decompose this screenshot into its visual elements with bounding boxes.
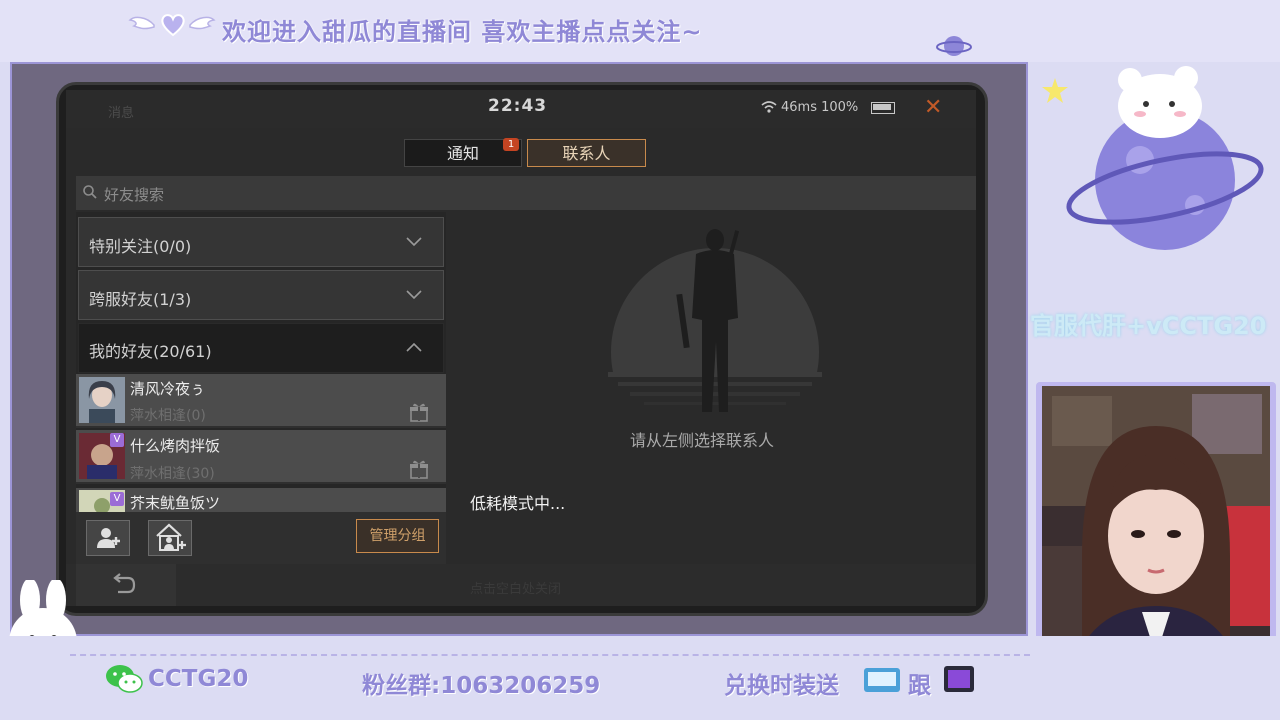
chevron-up-icon [406,342,422,352]
heart-icon [161,14,185,37]
star-icon [1042,78,1068,103]
wing-left-icon [128,16,155,30]
wechat-id: CCTG20 [148,666,249,692]
low-power-notice: 低耗模式中... [470,494,566,513]
gift-icon[interactable] [408,401,430,423]
planet-icon [936,36,972,56]
vip-badge: V [110,433,124,447]
fan-group-text: 粉丝群:1063206259 [362,673,601,699]
chevron-down-icon [406,237,422,247]
side-watermark: 官服代肝+vCCTG20 [1030,312,1267,340]
wing-right-icon [189,16,216,30]
welcome-banner-text: 欢迎进入甜瓜的直播间 喜欢主播点点关注~ [222,18,703,46]
tap-to-close-hint: 点击空白处关闭 [470,582,562,597]
clock: 22:43 [488,96,548,116]
search-icon [83,185,97,199]
network-status: 46ms 100% [781,100,859,115]
close-icon[interactable]: ✕ [924,96,942,120]
gift-icon[interactable] [408,458,430,480]
chevron-down-icon [406,290,422,300]
contact-relation: 萍水相逢(30) [130,466,215,482]
follow-text: 跟 [908,673,931,699]
contact-name: 什么烤肉拌饭 [130,437,221,455]
notification-badge: 1 [503,138,519,151]
empty-state-text: 请从左侧选择联系人 [630,431,775,450]
wifi-icon [761,101,777,113]
add-group-icon [156,523,186,551]
contact-avatar [79,377,125,423]
battery-level [873,104,891,110]
planet-bear-decoration [1066,66,1264,250]
back-arrow-icon [113,573,136,594]
contact-relation: 萍水相逢(0) [130,408,206,424]
tab-contacts[interactable]: 联系人 [527,139,646,167]
wechat-icon [106,665,143,693]
search-input[interactable] [76,176,976,210]
search-placeholder: 好友搜索 [104,186,165,204]
game-card-icon [864,668,900,692]
manage-groups-button[interactable]: 管理分组 [356,519,439,553]
vip-badge: V [110,492,124,506]
item-icon [944,666,974,692]
add-friend-icon [97,528,120,548]
screen-title: 消息 [108,106,135,121]
group-label: 特别关注(0/0) [89,237,192,256]
contact-name: 清风冷夜ぅ [130,380,206,398]
group-label: 跨服好友(1/3) [89,290,192,309]
contact-name: 芥末鱿鱼饭ツ [130,494,221,512]
exchange-text: 兑换时装送 [724,673,839,699]
group-label: 我的好友(20/61) [89,342,212,361]
empty-state-illustration [608,229,822,412]
